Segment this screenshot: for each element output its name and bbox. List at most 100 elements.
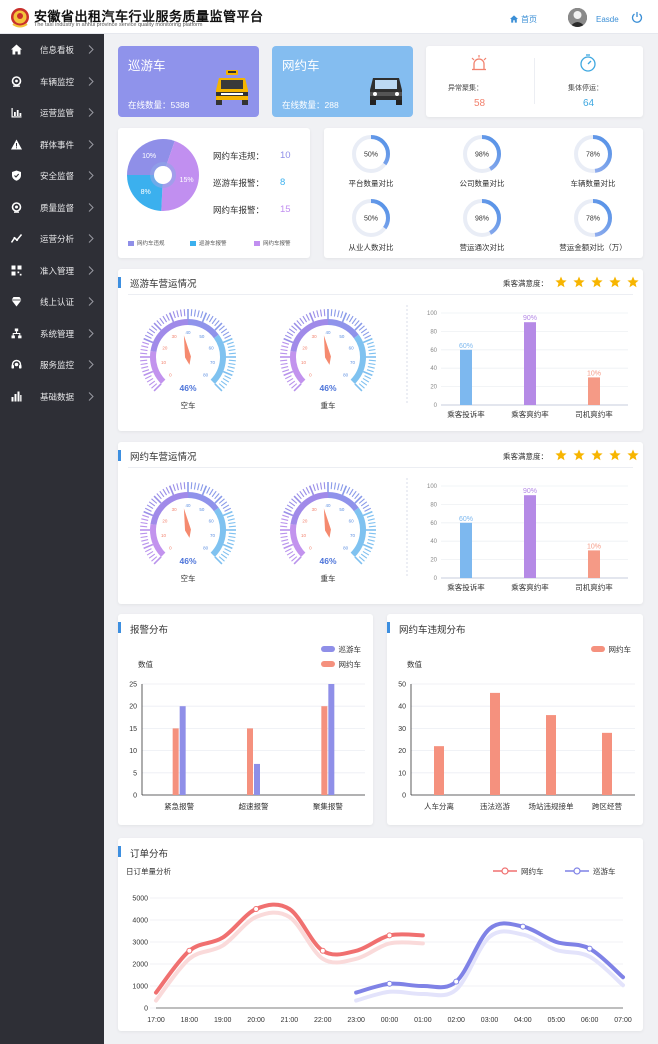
gauge-tick-label: 20 bbox=[302, 345, 308, 350]
data-point[interactable] bbox=[453, 978, 460, 985]
gauge-tick-label: 50 bbox=[339, 507, 345, 512]
sidebar-item[interactable]: 基础数据 bbox=[0, 382, 104, 412]
sidebar-item[interactable]: 服务监控 bbox=[0, 350, 104, 380]
rate-bar-label: 司机爽约率 bbox=[575, 582, 613, 592]
x-tick-label: 跨区经营 bbox=[592, 801, 622, 811]
power-icon[interactable] bbox=[631, 11, 643, 23]
y-tick-label: 40 bbox=[430, 539, 437, 545]
data-point[interactable] bbox=[386, 980, 393, 987]
bar[interactable] bbox=[602, 732, 612, 795]
y-tick-label: 4000 bbox=[132, 918, 148, 925]
alarm-distribution-card: 报警分布 巡游车 网约车 数值 0 5 10 15 20 25 紧急报警 超速报警 聚集报警 bbox=[118, 614, 373, 825]
bar[interactable] bbox=[172, 728, 179, 795]
sidebar-item[interactable]: 安全监督 bbox=[0, 161, 104, 191]
legend-item[interactable]: 网约车 bbox=[493, 866, 544, 877]
bar[interactable] bbox=[328, 684, 335, 795]
y-tick-label: 80 bbox=[430, 329, 437, 335]
bar[interactable] bbox=[546, 715, 556, 795]
gauge-needle bbox=[323, 335, 331, 365]
star-icon bbox=[609, 449, 621, 461]
app-subtitle: The taxi industry in anhui province serv… bbox=[34, 22, 203, 28]
bar[interactable] bbox=[321, 706, 328, 795]
y-tick-label: 10 bbox=[129, 748, 137, 755]
sidebar-item[interactable]: 质量监督 bbox=[0, 193, 104, 223]
section-accent bbox=[118, 846, 121, 857]
gauge-tick-label: 30 bbox=[172, 507, 178, 512]
pie-legend-item[interactable]: 网约车违规 bbox=[128, 239, 165, 247]
rate-bar[interactable] bbox=[588, 377, 600, 405]
gauge-tick-label: 20 bbox=[302, 518, 308, 523]
y-tick-label: 80 bbox=[430, 502, 437, 508]
collective-stoppage-label: 集体停运： bbox=[568, 85, 603, 92]
legend-label: 巡游车 bbox=[338, 645, 362, 654]
chevron-right-icon bbox=[88, 202, 94, 212]
legend-label: 网约车 bbox=[521, 867, 544, 876]
legend-item[interactable]: 巡游车 bbox=[565, 866, 616, 877]
yellow-taxi-icon bbox=[216, 70, 248, 105]
sidebar-item[interactable]: 线上认证 bbox=[0, 287, 104, 317]
ratio-ring: 78% bbox=[571, 132, 615, 176]
sidebar-item[interactable]: 系统管理 bbox=[0, 319, 104, 349]
avatar[interactable] bbox=[568, 8, 587, 27]
section-title: 巡游车营运情况 bbox=[130, 279, 197, 290]
divider bbox=[534, 58, 535, 104]
bar[interactable] bbox=[434, 746, 444, 795]
sidebar-item[interactable]: 运营分析 bbox=[0, 224, 104, 254]
legend-line-icon bbox=[493, 867, 517, 875]
rate-bar[interactable] bbox=[588, 550, 600, 578]
bar[interactable] bbox=[490, 692, 500, 795]
user-name[interactable]: Easde bbox=[596, 15, 619, 24]
y-tick-label: 40 bbox=[430, 366, 437, 372]
data-point[interactable] bbox=[319, 947, 326, 954]
sidebar-item[interactable]: 群体事件 bbox=[0, 130, 104, 160]
legend-item[interactable]: 网约车 bbox=[590, 644, 631, 655]
ratio-ring-value: 50% bbox=[364, 216, 378, 223]
legend-item[interactable]: 巡游车 bbox=[320, 644, 362, 655]
y-tick-label: 100 bbox=[427, 311, 438, 317]
data-point[interactable] bbox=[186, 947, 193, 954]
y-tick-label: 20 bbox=[129, 704, 137, 711]
rate-bar[interactable] bbox=[460, 522, 472, 578]
sidebar-item[interactable]: 运营监管 bbox=[0, 98, 104, 128]
chevron-right-icon bbox=[88, 234, 94, 243]
rate-bar[interactable] bbox=[460, 349, 472, 405]
sidebar-item[interactable]: 信息看板 bbox=[0, 35, 104, 65]
sidebar-item[interactable]: 车辆监控 bbox=[0, 67, 104, 97]
data-point[interactable] bbox=[253, 906, 260, 912]
bar[interactable] bbox=[254, 763, 260, 795]
data-point[interactable] bbox=[586, 945, 593, 952]
cruise-taxi-card[interactable]: 巡游车 在线数量：5388 bbox=[118, 46, 259, 117]
pie-legend-item[interactable]: 巡游车报警 bbox=[190, 239, 227, 247]
chevron-right-icon bbox=[88, 328, 94, 338]
home-link[interactable]: 首页 bbox=[510, 14, 537, 25]
legend-item[interactable]: 网约车 bbox=[320, 659, 361, 670]
sidebar-item-label: 安全监督 bbox=[40, 171, 75, 181]
gauge-tick-label: 10 bbox=[161, 360, 167, 365]
data-point[interactable] bbox=[519, 923, 526, 930]
rate-bar[interactable] bbox=[524, 322, 536, 405]
pie-legend-item[interactable]: 网约车报警 bbox=[254, 239, 291, 247]
data-point[interactable] bbox=[386, 932, 393, 939]
bar[interactable] bbox=[247, 728, 253, 795]
ratio-ring-label: 从业人数对比 bbox=[348, 243, 394, 252]
pie-slice-label: 15% bbox=[180, 177, 194, 184]
ride-hailing-ops-section: 网约车营运情况 乘客满意度： 0 10 20 30 40 50 60 70 80 46% 空车 0 10 20… bbox=[118, 442, 643, 604]
online-count-label: 在线数量： bbox=[128, 100, 171, 110]
ratio-rings-card: 50% 平台数量对比 98% 公司数量对比 78% 车辆数量对比 50% 从业人数对比 98% 营… bbox=[324, 128, 643, 258]
star-icon bbox=[573, 449, 585, 461]
section-title: 网约车营运情况 bbox=[130, 452, 197, 463]
rate-bar[interactable] bbox=[524, 495, 536, 578]
sidebar-item[interactable]: 准入管理 bbox=[0, 256, 104, 286]
gauge-tick-label: 80 bbox=[343, 546, 349, 551]
bar[interactable] bbox=[179, 706, 186, 795]
speed-gauge: 0 10 20 30 40 50 60 70 80 46% 空车 bbox=[138, 480, 238, 584]
rate-bar-value: 60% bbox=[459, 516, 473, 523]
ride-hailing-card[interactable]: 网约车 在线数量：288 bbox=[272, 46, 413, 117]
x-tick-label: 18:00 bbox=[181, 1017, 199, 1024]
rate-bar-label: 乘客爽约率 bbox=[511, 582, 549, 592]
gauge-tick-label: 10 bbox=[301, 360, 307, 365]
legend-swatch bbox=[590, 646, 605, 652]
x-tick-label: 人车分离 bbox=[424, 801, 454, 811]
gauge-tick-label: 50 bbox=[339, 334, 345, 339]
sidebar-item-label: 运营监管 bbox=[40, 108, 75, 118]
